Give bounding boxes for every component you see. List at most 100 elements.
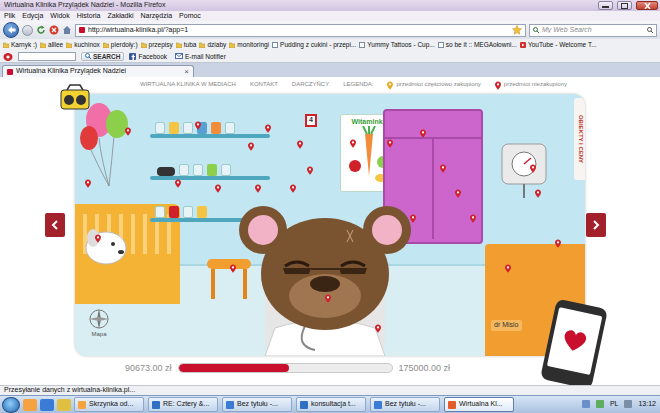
bookmark-item[interactable]: YouTube - Welcome T... (520, 41, 597, 49)
map-button[interactable]: Mapa (81, 308, 117, 338)
bookmark-item[interactable]: kuchinox (66, 41, 100, 49)
doctor-bear-icon[interactable] (235, 200, 415, 356)
price-pin[interactable] (350, 139, 356, 148)
menu-item[interactable]: Historia (77, 11, 101, 21)
site-favicon-icon (79, 27, 85, 33)
tray-icon[interactable] (596, 400, 604, 408)
app-icon (226, 401, 234, 409)
quick-launch-icon[interactable] (23, 399, 37, 411)
menu-item[interactable]: Zakładki (107, 11, 133, 21)
close-window-icon[interactable] (636, 1, 658, 10)
price-pin[interactable] (420, 129, 426, 138)
menu-item[interactable]: Edycja (22, 11, 43, 21)
price-pin[interactable] (215, 184, 221, 193)
price-pin[interactable] (375, 324, 381, 333)
task-label: Skrzynka od... (89, 400, 133, 408)
quick-launch-icon[interactable] (40, 399, 54, 411)
task-button[interactable]: konsultacja t... (296, 397, 366, 412)
bookmark-item[interactable]: alllee (40, 41, 63, 49)
task-button[interactable]: RE: Cztery &... (148, 397, 218, 412)
bookmark-item[interactable]: przepisy (141, 41, 173, 49)
price-pin[interactable] (85, 179, 91, 188)
bookmark-star-icon[interactable] (512, 25, 522, 35)
toolbar-link[interactable]: Facebook (129, 53, 167, 61)
home-icon[interactable] (62, 25, 72, 35)
price-pin[interactable] (440, 164, 446, 173)
menu-item[interactable]: Widok (50, 11, 69, 21)
menu-item[interactable]: Narzędzia (141, 11, 173, 21)
price-pin[interactable] (530, 164, 536, 173)
page-nav-link[interactable]: DARCZYŃCY (292, 81, 329, 88)
page-icon (359, 42, 365, 48)
price-pin[interactable] (455, 189, 461, 198)
tab-strip: Wirtualna Klinika Przylądek Nadziei× (0, 63, 660, 77)
volume-icon[interactable] (624, 400, 632, 408)
price-pin[interactable] (248, 142, 254, 151)
task-button[interactable]: Bez tytułu -... (222, 397, 292, 412)
search-box[interactable] (529, 24, 657, 37)
minimize-icon[interactable] (598, 1, 613, 10)
menu-item[interactable]: Plik (4, 11, 15, 21)
price-pin[interactable] (505, 264, 511, 273)
maximize-icon[interactable] (617, 1, 632, 10)
price-pin[interactable] (265, 124, 271, 133)
stop-icon[interactable] (49, 25, 59, 35)
start-icon[interactable] (2, 397, 20, 413)
magnifier-icon[interactable] (647, 27, 653, 33)
tray-icon[interactable] (582, 400, 590, 408)
toolbar-link[interactable]: E-mail Notifier (175, 53, 226, 61)
next-room-icon[interactable] (586, 213, 606, 237)
reload-icon[interactable] (36, 25, 46, 35)
forward-icon[interactable] (22, 25, 33, 36)
address-bar[interactable]: http://wirtualna-klinika.pl/?app=1 (75, 24, 526, 37)
previous-room-icon[interactable] (45, 213, 65, 237)
price-pin[interactable] (470, 214, 476, 223)
bookmark-item[interactable]: Yummy Tattoos - Cup... (359, 41, 434, 49)
bookmark-item[interactable]: Pudding z cukini - przepi... (272, 41, 356, 49)
price-pin[interactable] (387, 139, 393, 148)
price-pin[interactable] (95, 234, 101, 243)
price-pin[interactable] (555, 239, 561, 248)
page-nav-link[interactable]: WIRTUALNA KLINIKA W MEDIACH (140, 81, 236, 88)
price-pin[interactable] (307, 166, 313, 175)
bookmark-item[interactable]: Karnyk :) (3, 41, 37, 49)
legend-item: przedmiot niezakupiony (495, 81, 567, 90)
radio-icon[interactable] (60, 84, 90, 110)
clinic-scene[interactable]: 4 Witaminki (75, 94, 585, 356)
price-pin[interactable] (535, 189, 541, 198)
quick-launch-icon[interactable] (57, 399, 71, 411)
toolbar-logo-icon[interactable] (3, 52, 13, 62)
price-pin[interactable] (230, 264, 236, 273)
price-pin[interactable] (290, 184, 296, 193)
search-button[interactable]: SEARCH (81, 52, 124, 62)
bookmark-item[interactable]: tuba (176, 41, 197, 49)
tab-close[interactable]: × (184, 67, 189, 77)
price-pin[interactable] (175, 179, 181, 188)
shelf (150, 134, 270, 138)
price-pin[interactable] (195, 121, 201, 130)
price-pin[interactable] (125, 127, 131, 136)
browser-tab[interactable]: Wirtualna Klinika Przylądek Nadziei× (2, 65, 194, 77)
toolbar-search-field[interactable] (18, 52, 76, 61)
price-pin[interactable] (325, 294, 331, 303)
bookmark-item[interactable]: monitoringi (229, 41, 269, 49)
dog-icon (83, 222, 129, 266)
menu-item[interactable]: Pomoc (179, 11, 201, 21)
language-indicator[interactable]: PL (610, 400, 619, 408)
bookmark-item[interactable]: so be it :: MEGAołowni... (438, 41, 517, 49)
task-button[interactable]: Wirtualna Kl... (444, 397, 514, 412)
progress-fill (179, 364, 289, 372)
objects-prices-tab[interactable]: OBIEKTY I CENY (574, 98, 585, 180)
search-input[interactable] (542, 26, 644, 34)
clock[interactable]: 13:12 (638, 400, 656, 408)
back-icon[interactable] (3, 22, 19, 38)
bookmark-item[interactable]: dziaby (199, 41, 226, 49)
price-pin[interactable] (297, 140, 303, 149)
price-pin[interactable] (255, 184, 261, 193)
page-nav-link[interactable]: KONTAKT (250, 81, 278, 88)
task-button[interactable]: Bez tytułu -... (370, 397, 440, 412)
bookmark-item[interactable]: pierdoły:) (103, 41, 138, 49)
price-pin[interactable] (410, 214, 416, 223)
task-button[interactable]: Skrzynka od... (74, 397, 144, 412)
address-text[interactable]: http://wirtualna-klinika.pl/?app=1 (88, 26, 509, 34)
